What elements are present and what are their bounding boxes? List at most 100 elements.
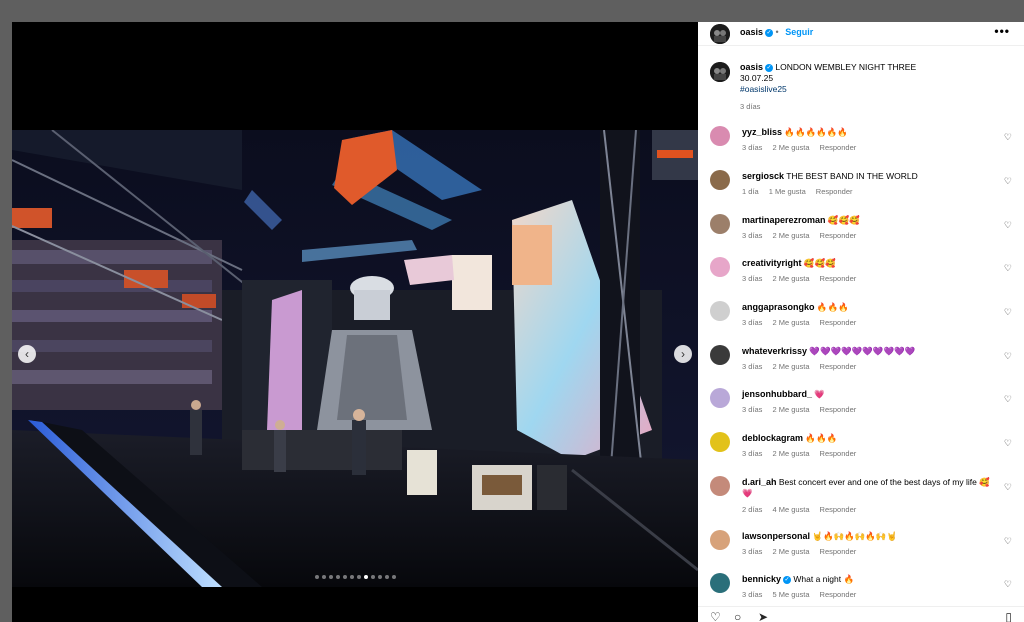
reply-button[interactable]: Responder [820,143,857,152]
comment-likes[interactable]: 4 Me gusta [772,505,809,514]
avatar-image [710,24,730,44]
commenter-username[interactable]: bennicky [742,574,781,584]
commenter-username[interactable]: deblockagram [742,433,803,443]
comment-body: whateverkrissy 💜💜💜💜💜💜💜💜💜💜 [742,346,992,357]
comment-heart-icon[interactable]: ♡ [1004,220,1012,231]
comment-body: sergiosck THE BEST BAND IN THE WORLD [742,171,992,182]
caption-username[interactable]: oasis [740,62,763,72]
commenter-avatar[interactable] [710,126,730,146]
commenter-avatar[interactable] [710,573,730,593]
carousel-dot [356,575,361,579]
comment-heart-icon[interactable]: ♡ [1004,132,1012,143]
comment-likes[interactable]: 5 Me gusta [772,590,809,599]
commenter-username[interactable]: lawsonpersonal [742,531,810,541]
comment-heart-icon[interactable]: ♡ [1004,394,1012,405]
carousel-dot [370,575,375,579]
comment-heart-icon[interactable]: ♡ [1004,351,1012,362]
caption-hashtag[interactable]: #oasislive25 [740,84,787,94]
carousel-next-button[interactable]: › [674,345,692,363]
reply-button[interactable]: Responder [820,274,857,283]
commenter-avatar[interactable] [710,476,730,496]
carousel-dot [328,575,333,579]
comment-text: 🔥🔥🔥 [816,302,849,312]
commenter-username[interactable]: sergiosck [742,171,784,181]
author-username[interactable]: oasis [740,27,763,37]
comment-likes[interactable]: 2 Me gusta [772,274,809,283]
header-user: oasis ✓ • Seguir [740,27,814,37]
comment-text: What a night 🔥 [793,574,855,584]
reply-button[interactable]: Responder [820,590,857,599]
comment-likes[interactable]: 2 Me gusta [772,318,809,327]
comment-body: deblockagram 🔥🔥🔥 [742,433,992,444]
carousel-dot [321,575,326,579]
carousel-dot [391,575,396,579]
comment-likes[interactable]: 2 Me gusta [772,143,809,152]
follow-button[interactable]: Seguir [785,27,813,37]
comment-time: 3 días [742,449,763,458]
reply-button[interactable]: Responder [820,505,857,514]
commenter-username[interactable]: anggaprasongko [742,302,815,312]
comment-item: lawsonpersonal 🤘🔥🙌🔥🙌🔥🙌🤘 3 días 2 Me gusta R… [698,530,1024,574]
comment-icon[interactable]: ○ [734,611,741,622]
caption-date: 30.07.25 [740,73,774,83]
comment-text: 🥰🥰🥰 [827,215,860,225]
comment-heart-icon[interactable]: ♡ [1004,579,1012,590]
reply-button[interactable]: Responder [820,547,857,556]
commenter-avatar[interactable] [710,257,730,277]
commenter-username[interactable]: creativityright [742,258,802,268]
reply-button[interactable]: Responder [820,405,857,414]
reply-button[interactable]: Responder [820,362,857,371]
comment-text: 🥰🥰🥰 [803,258,836,268]
comment-likes[interactable]: 2 Me gusta [772,547,809,556]
commenter-username[interactable]: d.ari_ah [742,477,777,487]
comment-time: 3 días [742,590,763,599]
commenter-avatar[interactable] [710,170,730,190]
comment-text: THE BEST BAND IN THE WORLD [786,171,918,181]
comment-heart-icon[interactable]: ♡ [1004,307,1012,318]
commenter-username[interactable]: martinaperezroman [742,215,826,225]
commenter-username[interactable]: whateverkrissy [742,346,807,356]
caption-author-avatar[interactable] [710,62,730,82]
commenter-username[interactable]: yyz_bliss [742,127,782,137]
reply-button[interactable]: Responder [820,231,857,240]
carousel-indicator [12,575,698,579]
caption-time: 3 días [740,102,761,111]
reply-button[interactable]: Responder [816,187,853,196]
reply-button[interactable]: Responder [820,449,857,458]
commenter-avatar[interactable] [710,345,730,365]
comment-meta: 3 días 2 Me gusta Responder [742,547,866,556]
commenter-avatar[interactable] [710,214,730,234]
more-options-icon[interactable]: ••• [994,24,1010,38]
commenter-username[interactable]: jensonhubbard_ [742,389,812,399]
comment-likes[interactable]: 2 Me gusta [772,449,809,458]
comment-text: 🔥🔥🔥🔥🔥🔥 [784,127,848,137]
verified-icon: ✓ [765,63,774,72]
comment-body: yyz_bliss 🔥🔥🔥🔥🔥🔥 [742,127,992,138]
comment-heart-icon[interactable]: ♡ [1004,438,1012,449]
comment-heart-icon[interactable]: ♡ [1004,536,1012,547]
commenter-avatar[interactable] [710,530,730,550]
comment-likes[interactable]: 2 Me gusta [772,405,809,414]
comment-likes[interactable]: 1 Me gusta [769,187,806,196]
concert-photo [12,130,698,587]
share-icon[interactable]: ➤ [758,611,768,622]
reply-button[interactable]: Responder [820,318,857,327]
comment-time: 3 días [742,274,763,283]
concert-photo-illustration [12,130,698,587]
comment-meta: 3 días 2 Me gusta Responder [742,449,866,458]
commenter-avatar[interactable] [710,432,730,452]
like-icon[interactable]: ♡ [710,611,721,622]
verified-icon: ✓ [765,28,774,37]
comment-heart-icon[interactable]: ♡ [1004,482,1012,493]
author-avatar[interactable] [710,24,730,44]
commenter-avatar[interactable] [710,301,730,321]
commenter-avatar[interactable] [710,388,730,408]
carousel-prev-button[interactable]: ‹ [18,345,36,363]
comment-heart-icon[interactable]: ♡ [1004,176,1012,187]
comment-likes[interactable]: 2 Me gusta [772,362,809,371]
comment-heart-icon[interactable]: ♡ [1004,263,1012,274]
carousel-dot [384,575,389,579]
comment-likes[interactable]: 2 Me gusta [772,231,809,240]
post-details-panel: oasis ✓ • Seguir ••• oasis ✓ LONDON WEMBLE… [698,22,1024,622]
save-icon[interactable]: ▯ [1005,611,1012,622]
